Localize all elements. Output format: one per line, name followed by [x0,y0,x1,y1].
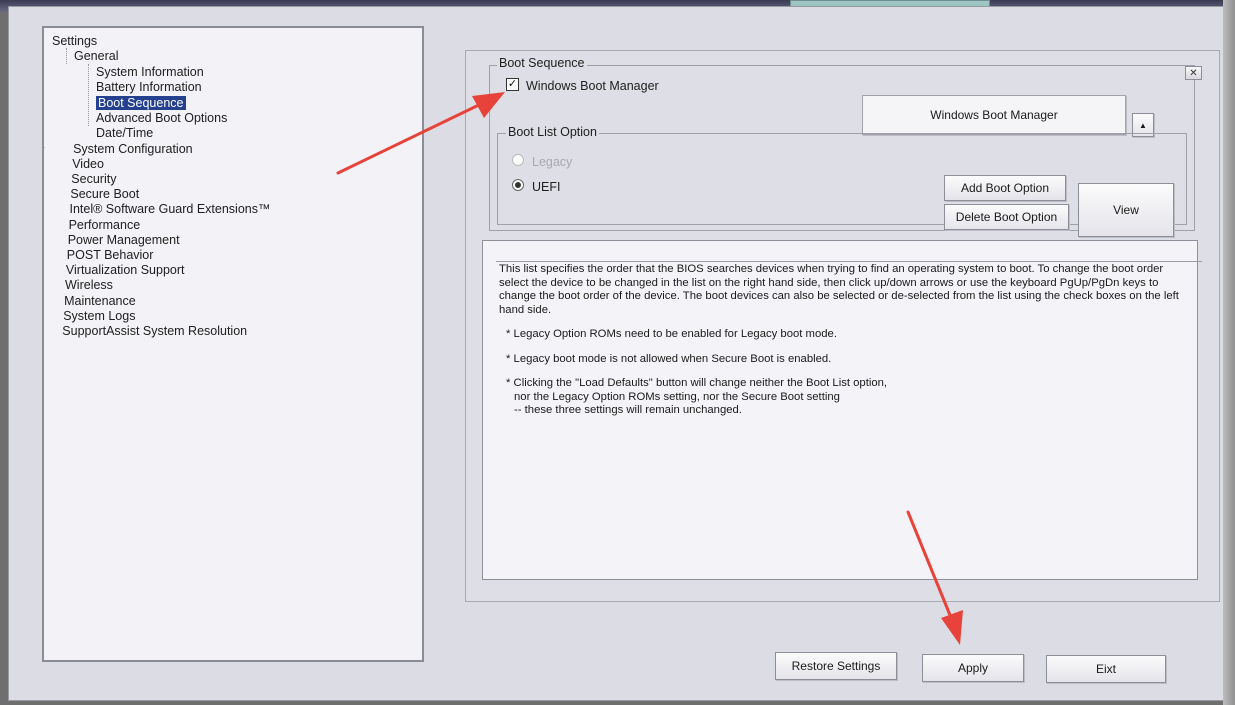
tree-item-date-time[interactable]: Date/Time [96,126,153,140]
tree-item-maintenance[interactable]: Maintenance [64,294,136,308]
uefi-label: UEFI [532,180,561,194]
tree-item-supportassist-system-resolution[interactable]: SupportAssist System Resolution [62,324,247,338]
delete-boot-option-button[interactable]: Delete Boot Option [944,204,1069,230]
tree-item-system-information[interactable]: System Information [96,65,204,79]
tree-item-boot-sequence[interactable]: Boot Sequence [96,95,186,110]
help-intro: This list specifies the order that the B… [499,263,1179,316]
tree-item-system-logs[interactable]: System Logs [63,309,135,323]
legacy-label: Legacy [532,155,573,169]
tree-item-system-configuration[interactable]: System Configuration [73,142,193,156]
tree-item-settings[interactable]: Settings [52,34,97,48]
tree-item-power-management[interactable]: Power Management [68,233,180,247]
tree-connector [88,64,89,126]
expand-plus-icon[interactable]: + [42,174,43,184]
tree-item-virtualization-support[interactable]: Virtualization Support [66,263,185,277]
boot-device-list-item-label: Windows Boot Manager [930,108,1058,122]
view-button[interactable]: View [1078,183,1174,237]
close-icon[interactable]: ✕ [1185,66,1202,80]
tree-item-performance[interactable]: Performance [69,218,141,232]
restore-settings-button[interactable]: Restore Settings [775,652,897,680]
help-bullet-load-defaults-1: * Clicking the "Load Defaults" button wi… [506,377,888,389]
help-divider [496,261,1202,262]
help-text: This list specifies the order that the B… [499,263,1189,418]
monitor-right-bezel [1223,0,1235,705]
tree-item-secure-boot[interactable]: Secure Boot [70,187,139,201]
help-description-box: This list specifies the order that the B… [482,240,1202,580]
expand-plus-icon[interactable]: + [44,143,45,154]
up-arrow-icon: ▲ [1139,120,1147,130]
legacy-radio[interactable] [512,154,524,166]
boot-sequence-title: Boot Sequence [497,56,587,70]
add-boot-option-button[interactable]: Add Boot Option [944,175,1066,201]
tree-item-general[interactable]: General [74,49,118,63]
exit-button[interactable]: Eixt [1046,655,1166,683]
tree-item-security[interactable]: Security [71,172,116,186]
settings-tree: Settings General System Information Battery… [42,26,424,662]
tree-item-post-behavior[interactable]: POST Behavior [67,248,154,262]
tree-item-advanced-boot-options[interactable]: Advanced Boot Options [96,111,227,125]
tree-item-intel-software-guard-extensions[interactable]: Intel® Software Guard Extensions™ [70,202,271,216]
tree-item-video[interactable]: Video [72,157,104,171]
boot-sequence-panel: Boot Sequence ✓ Windows Boot Manager Win… [465,50,1220,602]
tree-item-wireless[interactable]: Wireless [65,278,113,292]
apply-button[interactable]: Apply [922,654,1024,682]
tree-item-battery-information[interactable]: Battery Information [96,80,202,94]
help-bullet-secure-boot: * Legacy boot mode is not allowed when S… [506,352,832,365]
help-bullet-legacy-roms: * Legacy Option ROMs need to be enabled … [506,328,837,340]
boot-device-list-item[interactable]: Windows Boot Manager [862,95,1126,135]
windows-boot-manager-checkbox[interactable]: ✓ [506,78,519,91]
expand-plus-icon[interactable]: + [44,158,45,169]
help-bullet-load-defaults-2: nor the Legacy Option ROMs setting, nor … [514,390,840,403]
boot-list-option-title: Boot List Option [506,125,599,139]
help-bullet-load-defaults-3: -- these three settings will remain unch… [514,404,742,416]
windows-boot-manager-label: Windows Boot Manager [526,79,659,93]
uefi-radio[interactable] [512,179,524,191]
tree-connector [66,48,67,64]
